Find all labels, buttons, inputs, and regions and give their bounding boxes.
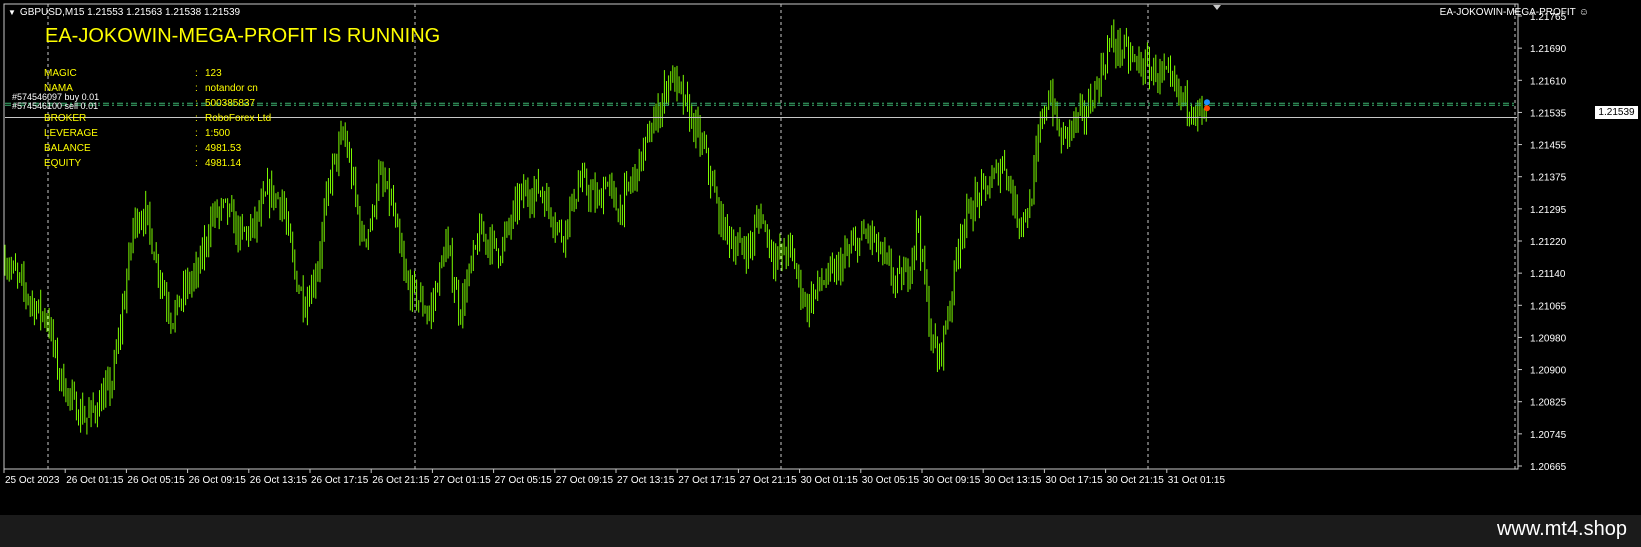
y-tick-label: 1.21140 — [1530, 269, 1566, 280]
x-tick-label: 30 Oct 17:15 — [1045, 475, 1103, 486]
current-price-marker: 1.21539 — [1595, 106, 1638, 119]
price-chart[interactable]: 1.217651.216901.216101.215351.214551.213… — [0, 0, 1641, 515]
x-tick-label: 27 Oct 09:15 — [556, 475, 614, 486]
footer-bar: www.mt4.shop — [0, 515, 1641, 547]
x-tick-label: 27 Oct 13:15 — [617, 475, 675, 486]
y-tick-label: 1.20900 — [1530, 366, 1567, 377]
x-tick-label: 26 Oct 09:15 — [189, 475, 247, 486]
y-tick-label: 1.21690 — [1530, 44, 1567, 55]
y-tick-label: 1.20745 — [1530, 430, 1567, 441]
x-tick-label: 25 Oct 2023 — [5, 475, 60, 486]
x-tick-label: 27 Oct 01:15 — [433, 475, 491, 486]
sell-arrow-icon — [1204, 105, 1210, 112]
symbol-quote: GBPUSD,M15 1.21553 1.21563 1.21538 1.215… — [19, 7, 241, 18]
x-tick-label: 31 Oct 01:15 — [1168, 475, 1226, 486]
x-tick-label: 27 Oct 21:15 — [739, 475, 797, 486]
y-tick-label: 1.20825 — [1530, 398, 1567, 409]
x-tick-label: 26 Oct 17:15 — [311, 475, 369, 486]
collapse-triangle-icon[interactable]: ▼ — [8, 8, 16, 17]
buy-arrow-icon — [1204, 99, 1210, 106]
ea-name-text: EA-JOKOWIN-MEGA-PROFIT — [1439, 7, 1576, 18]
y-tick-label: 1.20980 — [1530, 333, 1567, 344]
y-tick-label: 1.21065 — [1530, 301, 1567, 312]
order-label-sell[interactable]: #574546100 sell 0.01 — [12, 101, 98, 111]
y-tick-label: 1.20665 — [1530, 462, 1567, 473]
smiley-icon[interactable]: ☺ — [1579, 7, 1589, 18]
chart-window[interactable]: 1.21765 1.21690 1.21610 1.21535 1.21455 1.213… — [0, 0, 1641, 515]
y-tick-label: 1.21295 — [1530, 205, 1567, 216]
y-tick-label: 1.21220 — [1530, 237, 1567, 248]
y-tick-label: 1.21375 — [1530, 173, 1567, 184]
grid-layer — [47, 4, 1516, 469]
y-tick-label: 1.21535 — [1530, 108, 1567, 119]
x-tick-label: 27 Oct 05:15 — [495, 475, 553, 486]
x-tick-label: 30 Oct 01:15 — [801, 475, 859, 486]
y-tick-label: 1.21455 — [1530, 141, 1567, 152]
y-tick-label: 1.21610 — [1530, 76, 1567, 87]
ea-running-title: EA-JOKOWIN-MEGA-PROFIT IS RUNNING — [45, 25, 441, 47]
x-tick-label: 26 Oct 05:15 — [127, 475, 185, 486]
x-tick-label: 30 Oct 21:15 — [1107, 475, 1165, 486]
ea-label: EA-JOKOWIN-MEGA-PROFIT ☺ — [1440, 7, 1589, 18]
candle-layer — [4, 19, 1207, 435]
x-tick-label: 27 Oct 17:15 — [678, 475, 736, 486]
plot-border — [3, 3, 1519, 470]
watermark: www.mt4.shop — [1496, 518, 1627, 540]
x-tick-label: 26 Oct 13:15 — [250, 475, 308, 486]
x-tick-label: 30 Oct 09:15 — [923, 475, 981, 486]
chart-shift-icon — [1213, 5, 1221, 10]
x-tick-label: 30 Oct 13:15 — [984, 475, 1042, 486]
x-tick-label: 30 Oct 05:15 — [862, 475, 920, 486]
x-tick-label: 26 Oct 01:15 — [66, 475, 124, 486]
symbol-header: ▼ GBPUSD,M15 1.21553 1.21563 1.21538 1.21… — [8, 7, 240, 18]
x-tick-label: 26 Oct 21:15 — [372, 475, 430, 486]
